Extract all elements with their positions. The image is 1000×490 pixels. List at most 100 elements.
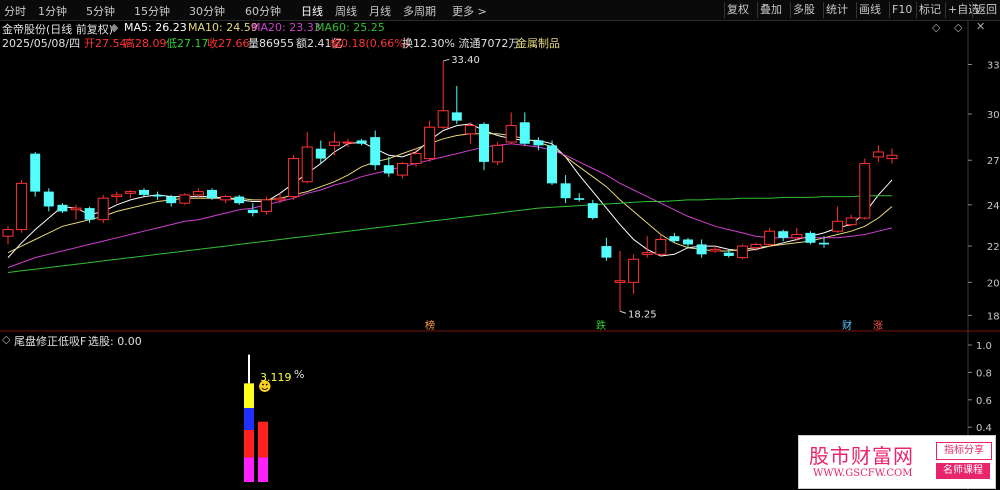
candle-body — [274, 197, 286, 201]
candle-body — [328, 141, 340, 146]
candle-11 — [152, 191, 163, 200]
marker-bang[interactable]: 榜 — [425, 317, 435, 332]
candle-18 — [247, 203, 258, 217]
candle-body — [683, 239, 693, 245]
candle-37 — [505, 112, 517, 144]
candle-8 — [111, 191, 123, 204]
candle-body — [832, 220, 844, 232]
candle-body — [301, 146, 313, 183]
candle-2 — [30, 151, 41, 197]
button-f10[interactable]: F10 — [889, 2, 914, 18]
candle-46 — [628, 254, 640, 294]
indicator-select: 选股: 0.00 — [88, 335, 142, 348]
candle-body — [628, 258, 640, 283]
button-fuquan[interactable]: 复权 — [724, 2, 751, 18]
candle-body — [111, 194, 123, 198]
turnover-label: 换12.30% 流通7072万 — [402, 37, 520, 50]
marker-zhang[interactable]: 涨 — [873, 317, 883, 332]
candle-body — [886, 154, 898, 160]
candle-65 — [886, 148, 898, 164]
candle-24 — [328, 132, 340, 156]
tab-1min[interactable]: 1分钟 — [38, 3, 67, 19]
tab-30min[interactable]: 30分钟 — [189, 3, 225, 19]
tab-more[interactable]: 更多 > — [452, 3, 487, 19]
tab-5min[interactable]: 5分钟 — [86, 3, 115, 19]
annotation-label-1: 18.25 — [628, 309, 657, 320]
candle-body — [207, 189, 217, 199]
candle-13 — [179, 193, 191, 205]
candle-12 — [166, 194, 177, 207]
candle-57 — [778, 229, 789, 242]
indicator-segment-1 — [258, 421, 268, 458]
candle-34 — [464, 122, 476, 144]
candle-body — [736, 245, 748, 259]
candle-56 — [764, 227, 776, 247]
tab-fenshi[interactable]: 分时 — [4, 3, 26, 19]
watermark-title: 股市财富网 — [809, 444, 914, 468]
candle-body — [791, 234, 803, 239]
indicator-segment-0 — [244, 457, 254, 482]
candle-body — [505, 125, 517, 143]
tab-daily[interactable]: 日线 — [301, 3, 323, 19]
candle-body — [57, 204, 68, 212]
diamond-icon[interactable]: ◇ — [932, 21, 940, 34]
candle-body — [234, 196, 245, 204]
indicator-segment-3 — [244, 383, 254, 409]
candle-body — [601, 246, 612, 258]
candle-body — [750, 243, 762, 249]
annotation-leader-0 — [443, 58, 450, 62]
button-mark[interactable]: 标记 — [916, 2, 943, 18]
price-tick-label-5: 20.0 — [987, 278, 1000, 289]
indicator-bar-0 — [244, 354, 254, 482]
volume-label: 量86955 — [248, 37, 294, 50]
close-icon[interactable]: ✕ — [976, 20, 985, 33]
ind-tick-label-2: 0.6 — [976, 396, 992, 407]
button-overlay[interactable]: 叠加 — [757, 2, 784, 18]
stock-chart[interactable]: 33.2 30.2 27.4 24.7 22.2 20.0 18.0 1.0 0.8 0.6 0.… — [0, 0, 1000, 490]
price-tick-label-6: 18.0 — [987, 311, 1000, 322]
annotation-label-0: 33.40 — [451, 55, 480, 66]
candle-body — [97, 197, 109, 221]
candle-body — [547, 145, 557, 184]
candle-body — [70, 207, 82, 211]
candle-51 — [696, 239, 707, 258]
candle-16 — [220, 194, 232, 204]
candle-48 — [655, 234, 667, 256]
indicator-toggle-icon[interactable]: ◆ — [110, 21, 118, 34]
candle-15 — [207, 188, 217, 200]
tab-multi-period[interactable]: 多周期 — [403, 3, 436, 19]
watermark-url: WWW.GSCFW.COM — [813, 468, 913, 479]
candle-0 — [2, 226, 14, 245]
tab-60min[interactable]: 60分钟 — [245, 3, 281, 19]
button-back[interactable]: 返回 — [972, 2, 999, 18]
candle-body — [396, 163, 408, 176]
candle-body — [2, 229, 14, 237]
candle-1 — [16, 180, 28, 233]
button-stats[interactable]: 统计 — [823, 2, 850, 18]
candle-body — [220, 196, 232, 201]
collapse-icon[interactable]: ◇ — [954, 21, 962, 34]
watermark-course-button[interactable]: 名师课程 — [936, 463, 990, 479]
open-label: 开27.54 — [84, 37, 127, 50]
candle-body — [574, 198, 585, 200]
price-tick-label-1: 30.2 — [987, 110, 1000, 121]
tab-monthly[interactable]: 月线 — [369, 3, 391, 19]
button-multi-stock[interactable]: 多股 — [790, 2, 817, 18]
candle-body — [587, 203, 598, 219]
candle-body — [464, 125, 476, 135]
candle-body — [778, 231, 789, 238]
candle-body — [709, 248, 721, 252]
moving-average-lines — [7, 123, 893, 273]
price-axis: 33.2 30.2 27.4 24.7 22.2 20.0 18.0 — [968, 61, 1000, 322]
candle-body — [139, 189, 149, 195]
candle-body — [342, 141, 354, 144]
tab-15min[interactable]: 15分钟 — [134, 3, 170, 19]
indicator-expand-icon[interactable]: ◇ — [2, 333, 10, 346]
marker-cai[interactable]: 财 — [842, 317, 852, 332]
button-draw[interactable]: 画线 — [856, 2, 883, 18]
candle-body — [859, 163, 871, 219]
ma60-label: MA60: 25.25 — [315, 21, 385, 34]
marker-die[interactable]: 跌 — [596, 317, 606, 332]
watermark-indicator-share-button[interactable]: 指标分享 — [936, 442, 992, 460]
tab-weekly[interactable]: 周线 — [335, 3, 357, 19]
